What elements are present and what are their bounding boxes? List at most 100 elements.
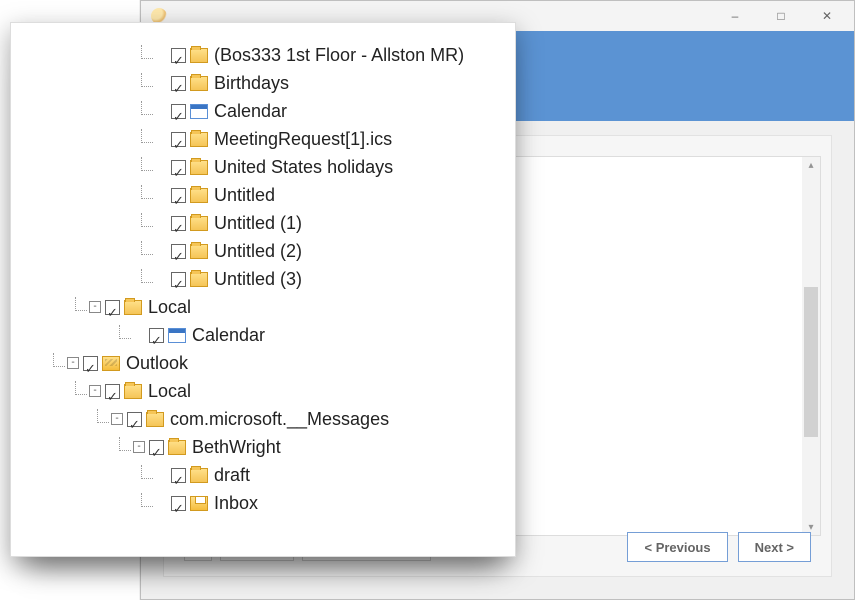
tree-node[interactable]: draft	[25, 461, 507, 489]
collapse-icon[interactable]: -	[89, 385, 101, 397]
tree-node[interactable]: Untitled (2)	[25, 237, 507, 265]
collapse-icon[interactable]: -	[89, 301, 101, 313]
expander-spacer	[133, 329, 145, 341]
expander-spacer	[155, 189, 167, 201]
tree-node-label: Local	[146, 377, 191, 405]
tree-node[interactable]: - Local	[25, 293, 507, 321]
tree-indent	[25, 321, 133, 349]
collapse-icon[interactable]: -	[133, 441, 145, 453]
checkbox[interactable]	[83, 356, 98, 371]
tree-node[interactable]: (Bos333 1st Floor - Allston MR)	[25, 41, 507, 69]
checkbox[interactable]	[171, 104, 186, 119]
checkbox[interactable]	[171, 496, 186, 511]
tree-node[interactable]: - com.microsoft.__Messages	[25, 405, 507, 433]
checkbox[interactable]	[149, 440, 164, 455]
tree-node[interactable]: Inbox	[25, 489, 507, 517]
checkbox[interactable]	[171, 244, 186, 259]
tree-node-label: Inbox	[212, 489, 258, 517]
maximize-button[interactable]: □	[758, 2, 804, 30]
tree-node-label: Outlook	[124, 349, 188, 377]
tree-indent	[25, 433, 133, 461]
checkbox[interactable]	[105, 300, 120, 315]
checkbox[interactable]	[149, 328, 164, 343]
minimize-button[interactable]: –	[712, 2, 758, 30]
folder-icon	[190, 216, 208, 231]
tree-indent	[25, 153, 155, 181]
mail-icon	[102, 356, 120, 371]
previous-label: < Previous	[644, 540, 710, 555]
collapse-icon[interactable]: -	[67, 357, 79, 369]
tree-node[interactable]: United States holidays	[25, 153, 507, 181]
tree-node-label: draft	[212, 461, 250, 489]
close-button[interactable]: ✕	[804, 2, 850, 30]
tree-node[interactable]: MeetingRequest[1].ics	[25, 125, 507, 153]
tree-node[interactable]: - BethWright	[25, 433, 507, 461]
expander-spacer	[155, 245, 167, 257]
inbox-icon	[190, 496, 208, 511]
tree-node-label: MeetingRequest[1].ics	[212, 125, 392, 153]
folder-icon	[190, 188, 208, 203]
tree-node-label: Untitled (1)	[212, 209, 302, 237]
checkbox[interactable]	[171, 216, 186, 231]
tree-indent	[25, 349, 67, 377]
tree-node[interactable]: - Local	[25, 377, 507, 405]
tree-indent	[25, 405, 111, 433]
checkbox[interactable]	[171, 468, 186, 483]
folder-icon	[190, 132, 208, 147]
next-button[interactable]: Next >	[738, 532, 811, 562]
folder-icon	[124, 384, 142, 399]
checkbox[interactable]	[171, 48, 186, 63]
folder-icon	[190, 244, 208, 259]
checkbox[interactable]	[171, 272, 186, 287]
tree-indent	[25, 461, 155, 489]
tree-indent	[25, 209, 155, 237]
collapse-icon[interactable]: -	[111, 413, 123, 425]
calendar-icon	[190, 104, 208, 119]
next-label: Next >	[755, 540, 794, 555]
tree-node[interactable]: Calendar	[25, 321, 507, 349]
tree-node[interactable]: Untitled	[25, 181, 507, 209]
tree-indent	[25, 41, 155, 69]
expander-spacer	[155, 469, 167, 481]
tree-node-label: Untitled (3)	[212, 265, 302, 293]
tree-node-label: com.microsoft.__Messages	[168, 405, 389, 433]
tree-node[interactable]: - Outlook	[25, 349, 507, 377]
folder-tree[interactable]: (Bos333 1st Floor - Allston MR)Birthdays…	[25, 41, 507, 517]
expander-spacer	[155, 77, 167, 89]
expander-spacer	[155, 273, 167, 285]
expander-spacer	[155, 133, 167, 145]
folder-icon	[190, 468, 208, 483]
tree-node-label: (Bos333 1st Floor - Allston MR)	[212, 41, 464, 69]
checkbox[interactable]	[171, 76, 186, 91]
tree-node[interactable]: Calendar	[25, 97, 507, 125]
expander-spacer	[155, 497, 167, 509]
checkbox[interactable]	[171, 188, 186, 203]
expander-spacer	[155, 49, 167, 61]
folder-icon	[190, 160, 208, 175]
folder-icon	[190, 76, 208, 91]
folder-tree-panel: (Bos333 1st Floor - Allston MR)Birthdays…	[10, 22, 516, 557]
tree-node-label: Untitled (2)	[212, 237, 302, 265]
expander-spacer	[155, 105, 167, 117]
checkbox[interactable]	[171, 160, 186, 175]
previous-button[interactable]: < Previous	[627, 532, 727, 562]
tree-indent	[25, 237, 155, 265]
tree-node-label: Local	[146, 293, 191, 321]
tree-node-label: BethWright	[190, 433, 281, 461]
calendar-icon	[168, 328, 186, 343]
scroll-up-icon[interactable]: ▴	[802, 157, 820, 173]
tree-indent	[25, 377, 89, 405]
checkbox[interactable]	[105, 384, 120, 399]
checkbox[interactable]	[171, 132, 186, 147]
folder-icon	[124, 300, 142, 315]
scroll-thumb[interactable]	[804, 287, 818, 437]
folder-icon	[190, 48, 208, 63]
window-controls: – □ ✕	[712, 2, 850, 30]
tree-node[interactable]: Untitled (3)	[25, 265, 507, 293]
tree-node[interactable]: Birthdays	[25, 69, 507, 97]
scrollbar[interactable]: ▴ ▾	[802, 157, 820, 535]
tree-node-label: Birthdays	[212, 69, 289, 97]
folder-icon	[168, 440, 186, 455]
tree-node[interactable]: Untitled (1)	[25, 209, 507, 237]
checkbox[interactable]	[127, 412, 142, 427]
